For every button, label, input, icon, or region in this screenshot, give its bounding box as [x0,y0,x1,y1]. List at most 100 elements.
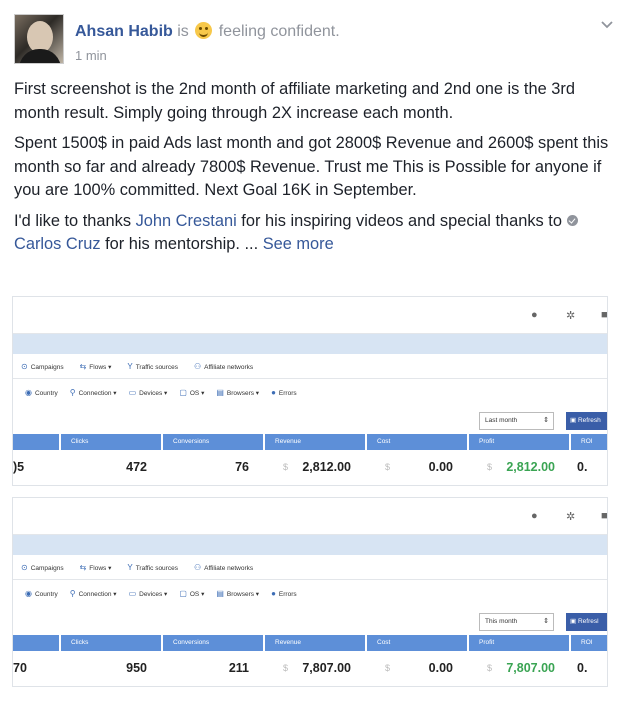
smiley-emoji-icon [195,22,213,39]
date-range-select: Last month ⇕ [479,412,554,430]
post-paragraph-1: First screenshot is the 2nd month of aff… [14,80,575,122]
filter-browsers: ▤ Browsers ▾ [216,589,260,598]
refresh-label: Refresl [577,618,599,625]
metric-value: $2,812.00 [265,450,365,484]
metric-header: Profit [469,635,569,651]
dashboard-filter-row: ◉ Country ⚲ Connection ▾ ▭ Devices ▾ ▢ OS ▾ … [13,379,607,406]
date-range-label: Last month [485,417,518,424]
metric-value-text: 472 [126,460,147,474]
dashboard-screenshot-2: ● ✲ ■ ⊙ Campaigns ⇆ Flows ▾ Y Traffic sourc… [12,497,608,687]
metric-value: 211 [163,651,263,685]
dollar-sign: $ [283,462,289,472]
filter-errors: ● Errors [271,388,297,397]
metric-cost: Cost $0.00 [367,635,467,685]
see-more-link[interactable]: See more [263,235,334,253]
metric-header [13,434,59,450]
metric-header: Conversions [163,434,263,450]
metric-value-text: 7,807.00 [506,661,555,675]
post-header: Ahsan Habib is feeling confident. 1 min [14,14,614,66]
dashboard-topbar: ● ✲ ■ [13,498,607,535]
metric-value: $7,807.00 [265,651,365,685]
metric-value-text: 950 [126,661,147,675]
date-range-label: This month [485,618,518,625]
metric-profit: Profit $2,812.00 [469,434,569,484]
p3-text-c: for his mentorship. ... [100,235,263,253]
metric-value: 472 [61,450,161,484]
dollar-sign: $ [385,462,391,472]
metric-roi: ROI 0. [571,434,607,484]
date-range-select: This month ⇕ [479,613,554,631]
tab-affiliate-networks: ⚇ Affiliate networks [193,562,254,572]
user-icon: ■ [601,309,608,321]
dashboard-band [13,334,607,354]
metric-header: Revenue [265,434,365,450]
filter-connection: ⚲ Connection ▾ [69,589,117,598]
metrics-row: )5 Clicks 472 Conversions 76 Revenue $2,812.00… [13,434,607,484]
metrics-row: 70 Clicks 950 Conversions 211 Revenue $7,807.0… [13,635,607,685]
metric-header: ROI [571,434,607,450]
tab-flows: ⇆ Flows ▾ [79,562,112,572]
refresh-button: ▣ Refresh [566,412,607,430]
avatar[interactable] [14,14,64,64]
filter-os: ▢ OS ▾ [179,388,205,397]
dashboard-screenshot-1: ● ✲ ■ ⊙ Campaigns ⇆ Flows ▾ Y Traffic sourc… [12,296,608,486]
dollar-sign: $ [487,663,493,673]
dashboard-filter-row: ◉ Country ⚲ Connection ▾ ▭ Devices ▾ ▢ OS ▾ … [13,580,607,607]
metric-clicks: Clicks 472 [61,434,161,484]
metric-conversions: Conversions 211 [163,635,263,685]
metric-value-text: 211 [228,661,249,675]
metric-header: Clicks [61,635,161,651]
metric-value: )5 [13,450,59,484]
tab-traffic-sources: Y Traffic sources [127,562,178,572]
metric-value-text: 2,812.00 [302,460,351,474]
metric-value-text: 76 [235,460,249,474]
tab-traffic-sources: Y Traffic sources [127,361,178,371]
tab-campaigns: ⊙ Campaigns [21,562,64,572]
filter-connection: ⚲ Connection ▾ [69,388,117,397]
filter-country: ◉ Country [25,589,58,598]
dollar-sign: $ [487,462,493,472]
gear-icon: ✲ [566,310,576,322]
chevron-down-icon[interactable] [600,18,614,32]
metric-header: Cost [367,635,467,651]
metric-revenue: Revenue $7,807.00 [265,635,365,685]
metric-value-text: 0.00 [428,460,453,474]
metric-value: 0. [571,651,607,685]
metric-value: $0.00 [367,651,467,685]
metric-clicks: Clicks 950 [61,635,161,685]
dashboard-controls: Last month ⇕ ▣ Refresh [13,406,607,434]
john-crestani-link[interactable]: John Crestani [136,212,237,230]
metric-value-text: 0.00 [428,661,453,675]
dashboard-topbar: ● ✲ ■ [13,297,607,334]
metric-cost: Cost $0.00 [367,434,467,484]
dashboard-nav-row: ⊙ Campaigns ⇆ Flows ▾ Y Traffic sources ⚇ Af… [13,354,607,379]
dashboard-nav-row: ⊙ Campaigns ⇆ Flows ▾ Y Traffic sources ⚇ Af… [13,555,607,580]
metric-header: Cost [367,434,467,450]
feeling-text: feeling confident. [218,23,340,40]
author-name[interactable]: Ahsan Habib [75,23,173,40]
metric-value: $2,812.00 [469,450,569,484]
metric-partial: 70 [13,635,59,685]
dashboard-controls: This month ⇕ ▣ Refresl [13,607,607,635]
filter-errors: ● Errors [271,589,297,598]
metric-conversions: Conversions 76 [163,434,263,484]
filter-browsers: ▤ Browsers ▾ [216,388,260,397]
post-timestamp[interactable]: 1 min [75,48,107,63]
metric-header: Conversions [163,635,263,651]
metric-value: 76 [163,450,263,484]
filter-devices: ▭ Devices ▾ [128,388,168,397]
filter-os: ▢ OS ▾ [179,589,205,598]
metric-revenue: Revenue $2,812.00 [265,434,365,484]
metric-roi: ROI 0. [571,635,607,685]
p3-text-b: for his inspiring videos and special tha… [236,211,567,230]
metric-value: $0.00 [367,450,467,484]
post-body: First screenshot is the 2nd month of aff… [14,78,614,264]
metric-value-text: )5 [13,460,25,474]
metric-profit: Profit $7,807.00 [469,635,569,685]
is-word: is [177,23,189,40]
carlos-cruz-link[interactable]: Carlos Cruz [14,235,101,253]
metric-header: Profit [469,434,569,450]
user-icon: ■ [601,510,608,522]
metric-header: Clicks [61,434,161,450]
verified-badge-icon [566,214,578,226]
